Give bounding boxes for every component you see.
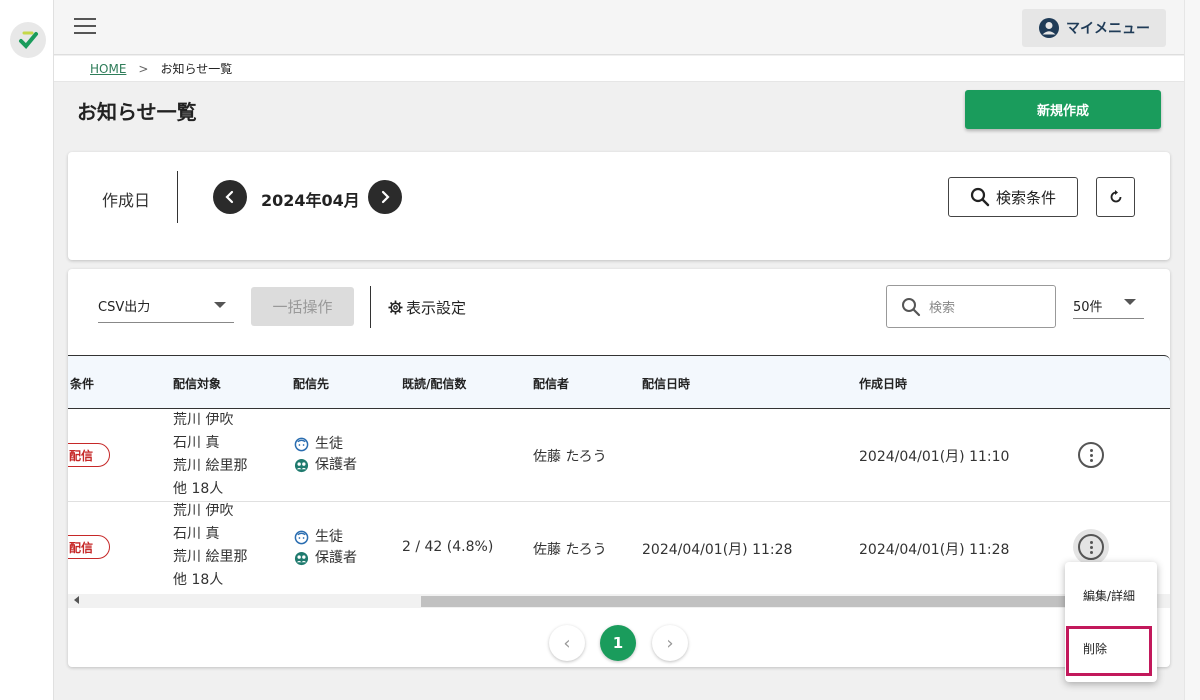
display-settings-label: 表示設定 (406, 299, 467, 317)
refresh-icon (1110, 190, 1121, 203)
my-menu-label: マイメニュー (1066, 21, 1150, 37)
status-badge: 配信 (68, 535, 110, 559)
table-header: 条件 配信対象 配信先 既読/配信数 配信者 配信日時 作成日時 (68, 355, 1170, 409)
created-at: 2024/04/01(月) 11:10 (859, 449, 1010, 465)
caret-down-icon (214, 302, 226, 308)
logo-icon (19, 31, 38, 49)
row-actions-kebab-icon[interactable] (1078, 534, 1104, 560)
account-icon (1039, 18, 1059, 38)
student-icon (294, 530, 309, 545)
top-bar: マイメニュー (54, 0, 1184, 55)
chevron-right-icon (381, 190, 390, 204)
destination-list: 生徒 保護者 (294, 527, 357, 569)
target-name: 石川 真 (173, 435, 220, 451)
sender-name: 佐藤 たろう (533, 449, 607, 465)
sender-name: 佐藤 たろう (533, 542, 607, 558)
table-horizontal-scrollbar[interactable] (68, 594, 1170, 608)
prev-month-button[interactable] (213, 180, 247, 214)
delete-highlight-box (1066, 626, 1152, 676)
status-badge: 配信 (68, 443, 110, 467)
table-row[interactable]: 配信 荒川 伊吹 石川 真 荒川 絵里那 他 18人 生徒 (68, 409, 1170, 502)
destination-guardian: 保護者 (294, 455, 357, 476)
left-rail (0, 0, 54, 700)
scrollbar-thumb[interactable] (421, 596, 1121, 607)
pagination-page-1[interactable]: 1 (600, 625, 636, 661)
destination-list: 生徒 保護者 (294, 434, 357, 476)
menu-item-edit[interactable]: 編集/詳細 (1065, 573, 1157, 617)
next-month-button[interactable] (368, 180, 402, 214)
search-conditions-label: 検索条件 (995, 188, 1056, 207)
target-name: 荒川 伊吹 (173, 503, 234, 519)
destination-label: 保護者 (315, 457, 357, 473)
target-list: 荒川 伊吹 石川 真 荒川 絵里那 他 18人 (173, 409, 247, 501)
table-row[interactable]: 配信 荒川 伊吹 石川 真 荒川 絵里那 他 18人 生徒 (68, 502, 1170, 595)
page-scrollbar[interactable] (1184, 0, 1200, 700)
caret-down-icon (1124, 299, 1136, 305)
breadcrumb-current: お知らせ一覧 (160, 62, 233, 76)
column-header-delivered-at[interactable]: 配信日時 (642, 375, 690, 392)
destination-label: 生徒 (315, 529, 343, 545)
hamburger-menu-button[interactable] (74, 18, 96, 36)
destination-label: 生徒 (315, 436, 343, 452)
target-name: 荒川 絵里那 (173, 458, 248, 474)
target-name: 荒川 絵里那 (173, 549, 248, 565)
scroll-left-arrow-icon[interactable] (74, 596, 79, 604)
gear-icon (388, 300, 403, 315)
destination-guardian: 保護者 (294, 548, 357, 569)
page-size-label: 50件 (1073, 300, 1103, 315)
target-name: 荒川 伊吹 (173, 412, 234, 428)
column-header-sender[interactable]: 配信者 (533, 375, 569, 392)
column-header-read-count[interactable]: 既読/配信数 (402, 375, 466, 392)
search-icon (902, 297, 921, 316)
pagination-prev-button[interactable]: ‹ (549, 625, 585, 661)
guardian-icon (294, 551, 309, 566)
csv-export-select[interactable]: CSV出力 (98, 293, 234, 323)
notice-list-card: CSV出力 一括操作 表示設定 検索 50件 条件 配信対象 配信先 既読/配信… (68, 269, 1170, 667)
target-more: 他 18人 (173, 572, 224, 588)
target-more: 他 18人 (173, 481, 224, 497)
target-name: 石川 真 (173, 526, 220, 542)
toolbar-divider (370, 286, 371, 328)
bulk-action-button[interactable]: 一括操作 (251, 287, 354, 326)
guardian-icon (294, 458, 309, 473)
target-list: 荒川 伊吹 石川 真 荒川 絵里那 他 18人 (173, 500, 247, 592)
filter-card: 作成日 2024年04月 検索条件 (68, 152, 1170, 260)
display-settings-button[interactable]: 表示設定 (388, 297, 466, 318)
my-menu-button[interactable]: マイメニュー (1022, 9, 1166, 47)
date-filter-label: 作成日 (102, 191, 151, 210)
page-title: お知らせ一覧 (77, 100, 197, 124)
read-count: 2 / 42 (4.8%) (402, 539, 494, 555)
destination-student: 生徒 (294, 527, 357, 548)
breadcrumb-home-link[interactable]: HOME (90, 62, 126, 76)
delivered-at: 2024/04/01(月) 11:28 (642, 542, 793, 558)
search-icon (970, 187, 990, 207)
search-input[interactable]: 検索 (886, 285, 1056, 328)
destination-student: 生徒 (294, 434, 357, 455)
destination-label: 保護者 (315, 550, 357, 566)
breadcrumb: HOME > お知らせ一覧 (54, 56, 1184, 82)
page-size-select[interactable]: 50件 (1073, 293, 1144, 319)
chevron-left-icon (225, 190, 234, 204)
app-logo[interactable] (10, 22, 46, 58)
column-header-condition[interactable]: 条件 (70, 375, 94, 392)
breadcrumb-separator: > (138, 61, 149, 76)
current-month: 2024年04月 (261, 191, 360, 210)
column-header-destination[interactable]: 配信先 (293, 375, 329, 392)
column-header-created-at[interactable]: 作成日時 (859, 375, 907, 392)
filter-divider (177, 171, 178, 223)
csv-export-label: CSV出力 (98, 300, 151, 315)
reset-button[interactable] (1096, 177, 1135, 217)
column-header-target[interactable]: 配信対象 (173, 375, 221, 392)
created-at: 2024/04/01(月) 11:28 (859, 542, 1010, 558)
student-icon (294, 437, 309, 452)
search-conditions-button[interactable]: 検索条件 (948, 177, 1078, 217)
row-actions-kebab-icon[interactable] (1078, 442, 1104, 468)
new-create-button[interactable]: 新規作成 (965, 90, 1161, 129)
search-placeholder: 検索 (929, 301, 956, 316)
pagination-next-button[interactable]: › (652, 625, 688, 661)
